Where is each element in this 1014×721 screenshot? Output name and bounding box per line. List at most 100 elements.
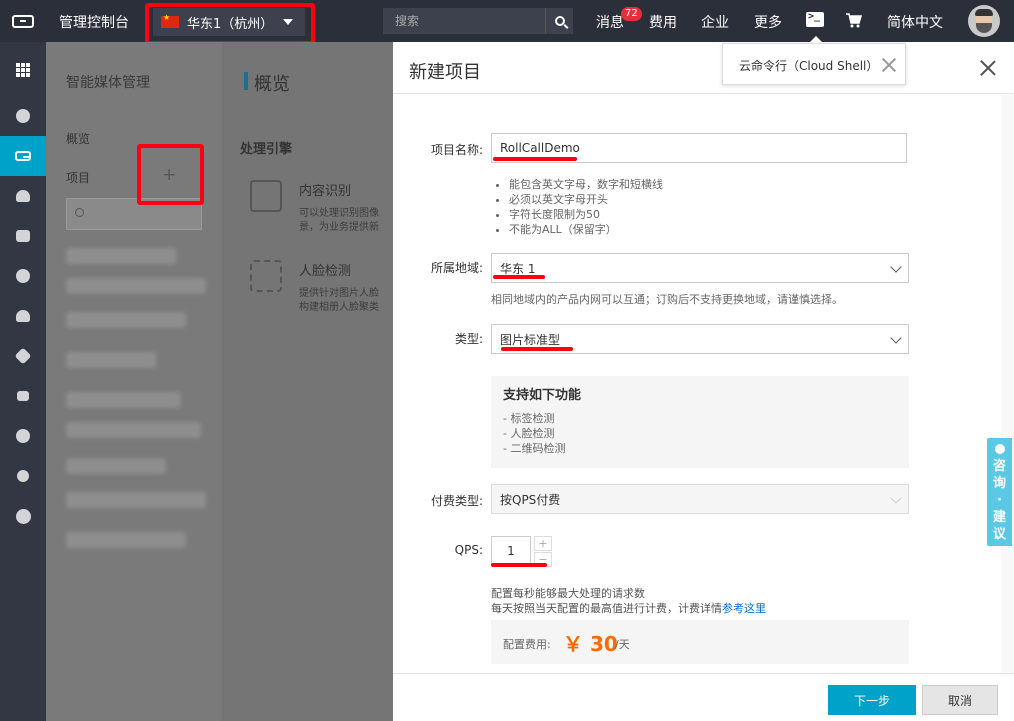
qps-desc: 配置每秒能够最大处理的请求数 [491,587,645,600]
sidebar-cluster[interactable] [0,256,46,296]
project-name-hints: 能包含英文字母，数字和短横线 必须以英文字母开头 字符长度限制为50 不能为AL… [509,177,663,237]
aliyun-logo[interactable] [0,0,46,42]
chevron-down-icon [890,332,902,344]
billing-type-value: 按QPS付费 [500,492,561,507]
cost-value: ￥ 30 [563,632,618,656]
face-detect-icon [250,260,282,292]
page-title: 概览 [254,74,290,95]
type-select-value: 图片标准型 [500,332,561,347]
sidebar-apps[interactable] [0,50,46,90]
logo-icon [12,14,34,28]
region-field-label: 所属地域: [430,261,483,275]
feedback-char: · [997,493,1002,508]
billing-type-select[interactable]: 按QPS付费 [491,484,909,514]
enterprise-link[interactable]: 企业 [701,12,729,32]
circle-icon [15,508,31,524]
blurred-row [66,422,201,438]
search-input[interactable] [383,8,545,34]
sidebar-media[interactable] [0,136,46,176]
search-button[interactable] [545,8,573,34]
close-icon[interactable] [980,60,996,76]
blurred-row [66,532,186,548]
feedback-char: 议 [992,527,1006,542]
feedback-char: 询 [992,476,1006,491]
region-select[interactable]: 华东 1 [491,253,909,283]
cancel-button[interactable]: 取消 [922,685,998,715]
nav-projects[interactable]: 项目 [46,169,90,186]
messages-link[interactable]: 消息 [596,12,624,32]
cloud-shell-label: 云命令行（Cloud Shell） [739,59,879,73]
close-icon[interactable] [882,58,896,72]
dialog-footer: 下一步 取消 [393,673,1014,721]
sidebar-topology[interactable] [0,376,46,416]
blurred-row [66,312,186,328]
billing-link[interactable]: 费用 [649,12,677,32]
qps-input[interactable]: 1 [491,536,531,566]
apps-icon [16,63,30,77]
feature-desc: 景，为业务提供新 [299,222,379,233]
cart-icon[interactable] [846,13,862,28]
annotation-underline [501,347,573,351]
cloud-shell-icon[interactable] [806,11,824,27]
hint-item: 能包含英文字母，数字和短横线 [509,177,663,192]
sidebar-network[interactable] [0,336,46,376]
product-title: 智能媒体管理 [66,75,150,91]
more-menu[interactable]: 更多 [754,12,782,32]
dialog-body: 项目名称: RollCallDemo 能包含英文字母，数字和短横线 必须以英文字… [393,95,1014,673]
avatar-hair [975,9,993,16]
section-title: 处理引擎 [240,142,293,157]
search-icon [554,16,565,26]
sidebar-cloud[interactable] [0,296,46,336]
hint-item: 必须以英文字母开头 [509,192,663,207]
nav-overview[interactable]: 概览 [46,130,90,147]
cloud-connect-icon [16,109,30,123]
blurred-row [66,458,166,474]
support-item: - 二维码检测 [503,442,566,455]
sidebar-cloud-upload[interactable] [0,176,46,216]
avatar-beard [976,23,992,33]
qps-increment-button[interactable]: + [534,536,552,551]
dialog-header: 新建项目 [393,42,1014,94]
console-title[interactable]: 管理控制台 [59,12,129,32]
region-select-value: 华东 1 [500,261,536,276]
create-project-dialog: 新建项目 项目名称: RollCallDemo 能包含英文字母，数字和短横线 必… [393,42,1014,721]
sidebar-cloud-connect[interactable] [0,96,46,136]
title-accent-bar [244,72,248,90]
messages-badge: 72 [621,7,642,21]
sidebar-globe[interactable] [0,416,46,456]
qps-label: QPS: [454,543,483,557]
hint-item: 字符长度限制为50 [509,207,663,222]
cloud-icon [16,310,30,322]
pricing-link[interactable]: 参考这里 [722,602,766,615]
annotation-underline [493,275,545,279]
hint-item: 不能为ALL（保留字） [509,222,663,237]
form-card: 项目名称: RollCallDemo 能包含英文字母，数字和短横线 必须以英文字… [393,95,1001,673]
sidebar-bug[interactable] [0,456,46,496]
feature-desc: 可以处理识别图像 [299,208,379,219]
sidebar-database[interactable] [0,216,46,256]
billing-type-label: 付费类型: [430,494,483,508]
bug-icon [17,470,29,482]
support-item: - 标签检测 [503,412,555,425]
media-logo-icon [15,151,31,161]
project-name-label: 项目名称: [430,143,483,157]
region-note: 相同地域内的产品内网可以互通；订购后不支持更换地域，请谨慎选择。 [491,293,843,306]
language-switch[interactable]: 简体中文 [887,12,943,32]
cost-box: 配置费用: ￥ 30 /天 [491,620,909,664]
feedback-tab[interactable]: 咨 询 · 建 议 [987,438,1012,546]
cost-label: 配置费用: [503,638,551,651]
qps-billing-text: 每天按照当天配置的最高值进行计费，计费详情 [491,602,722,615]
sidebar-circle[interactable] [0,496,46,536]
region-highlight-box [145,3,315,45]
cloud-shell-popup[interactable]: 云命令行（Cloud Shell） [722,43,906,85]
topology-icon [17,391,29,401]
lightbulb-icon [994,444,1005,454]
annotation-underline [491,563,547,567]
avatar[interactable] [968,5,1000,37]
blurred-row [66,278,206,294]
blurred-row [66,392,181,408]
globe-icon [16,429,30,443]
next-button[interactable]: 下一步 [828,685,916,715]
feature-desc: 提供针对图片人脸 [299,288,379,299]
blurred-row [66,492,206,508]
